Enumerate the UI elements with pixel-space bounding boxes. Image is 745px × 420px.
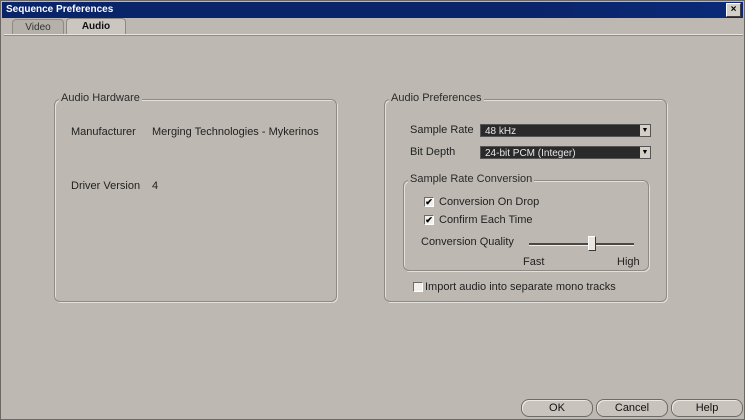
- conversion-quality-slider-thumb[interactable]: [588, 236, 596, 251]
- sequence-preferences-window: Sequence Preferences × Video Audio Audio…: [0, 0, 745, 420]
- chevron-down-icon[interactable]: ▼: [640, 147, 650, 158]
- checkmark-icon: ✔: [425, 197, 433, 207]
- sample-rate-label: Sample Rate: [410, 124, 474, 136]
- import-mono-checkbox[interactable]: [413, 282, 423, 292]
- checkmark-icon: ✔: [425, 215, 433, 225]
- ok-button[interactable]: OK: [521, 399, 593, 417]
- tab-divider: [4, 34, 743, 36]
- sample-rate-conversion-title: Sample Rate Conversion: [408, 173, 535, 185]
- bit-depth-value: 24-bit PCM (Integer): [485, 148, 576, 159]
- audio-preferences-title: Audio Preferences: [389, 92, 484, 104]
- close-button[interactable]: ×: [726, 3, 741, 17]
- bit-depth-select[interactable]: 24-bit PCM (Integer) ▼: [480, 146, 651, 159]
- driver-version-value: 4: [152, 180, 159, 192]
- chevron-down-icon[interactable]: ▼: [640, 125, 650, 136]
- sample-rate-value: 48 kHz: [485, 126, 517, 137]
- conversion-quality-label: Conversion Quality: [421, 236, 514, 248]
- driver-version-label: Driver Version: [71, 180, 141, 192]
- conversion-on-drop-checkbox[interactable]: ✔: [424, 197, 434, 207]
- confirm-each-time-checkbox[interactable]: ✔: [424, 215, 434, 225]
- help-button[interactable]: Help: [671, 399, 743, 417]
- tab-audio[interactable]: Audio: [66, 18, 126, 35]
- high-label: High: [617, 256, 640, 268]
- confirm-each-time-label[interactable]: Confirm Each Time: [439, 214, 533, 226]
- title-bar[interactable]: Sequence Preferences ×: [2, 2, 743, 18]
- audio-hardware-title: Audio Hardware: [59, 92, 142, 104]
- conversion-on-drop-label[interactable]: Conversion On Drop: [439, 196, 539, 208]
- manufacturer-label: Manufacturer: [71, 126, 136, 138]
- close-icon: ×: [730, 4, 737, 15]
- sample-rate-select[interactable]: 48 kHz ▼: [480, 124, 651, 137]
- cancel-button[interactable]: Cancel: [596, 399, 668, 417]
- import-mono-label[interactable]: Import audio into separate mono tracks: [425, 281, 616, 293]
- manufacturer-value: Merging Technologies - Mykerinos: [152, 126, 319, 138]
- bit-depth-label: Bit Depth: [410, 146, 456, 158]
- fast-label: Fast: [523, 256, 545, 268]
- tab-bar: Video Audio: [4, 18, 743, 35]
- tab-video[interactable]: Video: [12, 19, 64, 35]
- conversion-quality-slider-track[interactable]: [529, 243, 634, 246]
- window-title: Sequence Preferences: [6, 4, 114, 15]
